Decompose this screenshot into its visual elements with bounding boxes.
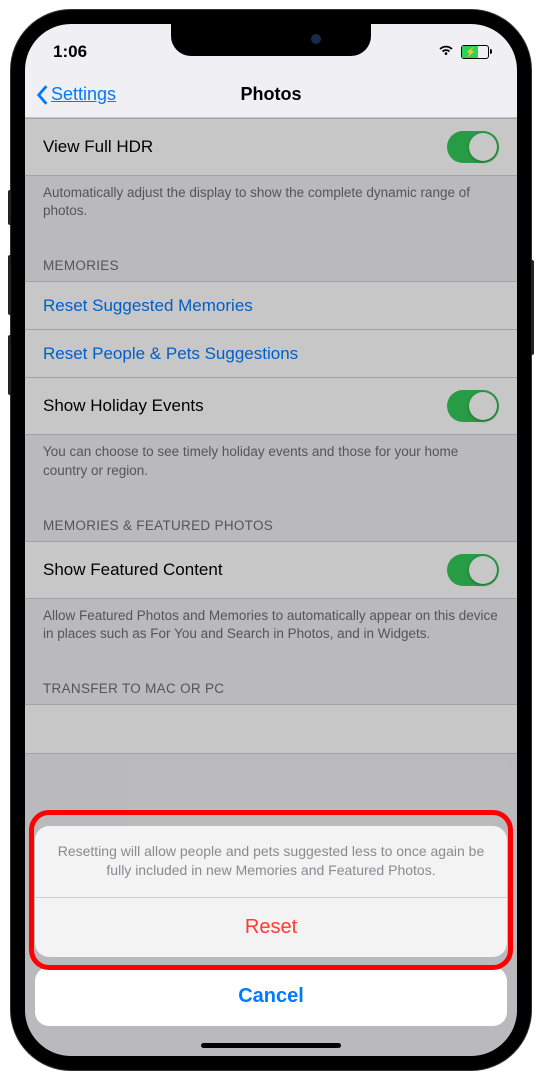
volume-buttons xyxy=(8,190,11,415)
reset-suggested-label: Reset Suggested Memories xyxy=(43,296,253,316)
memories-header: MEMORIES xyxy=(25,238,517,281)
reset-suggested-memories-button[interactable]: Reset Suggested Memories xyxy=(25,282,517,330)
reset-button[interactable]: Reset xyxy=(35,898,507,957)
view-full-hdr-cell: View Full HDR xyxy=(25,118,517,176)
action-sheet: Resetting will allow people and pets sug… xyxy=(25,816,517,1056)
show-featured-cell: Show Featured Content xyxy=(25,542,517,598)
featured-toggle[interactable] xyxy=(447,554,499,586)
nav-bar: Settings Photos xyxy=(25,72,517,118)
holiday-label: Show Holiday Events xyxy=(43,396,204,416)
memories-group: Reset Suggested Memories Reset People & … xyxy=(25,281,517,435)
featured-footer: Allow Featured Photos and Memories to au… xyxy=(25,599,517,661)
back-button[interactable]: Settings xyxy=(35,84,116,106)
battery-icon: ⚡ xyxy=(461,45,489,59)
status-time: 1:06 xyxy=(53,42,87,62)
featured-group: Show Featured Content xyxy=(25,541,517,599)
back-label: Settings xyxy=(51,84,116,105)
hdr-toggle[interactable] xyxy=(447,131,499,163)
home-indicator[interactable] xyxy=(201,1043,341,1048)
transfer-group xyxy=(25,704,517,754)
hdr-footer: Automatically adjust the display to show… xyxy=(25,176,517,238)
notch xyxy=(171,24,371,56)
reset-people-pets-button[interactable]: Reset People & Pets Suggestions xyxy=(25,330,517,378)
featured-label: Show Featured Content xyxy=(43,560,223,580)
wifi-icon xyxy=(437,42,455,62)
holiday-toggle[interactable] xyxy=(447,390,499,422)
featured-header: MEMORIES & FEATURED PHOTOS xyxy=(25,498,517,541)
reset-people-label: Reset People & Pets Suggestions xyxy=(43,344,298,364)
memories-footer: You can choose to see timely holiday eve… xyxy=(25,435,517,497)
power-button xyxy=(531,260,534,355)
phone-frame: 1:06 ⚡ Settings Photos View Full HDR xyxy=(11,10,531,1070)
hdr-label: View Full HDR xyxy=(43,137,153,157)
page-title: Photos xyxy=(241,84,302,105)
show-holiday-cell: Show Holiday Events xyxy=(25,378,517,434)
cancel-button[interactable]: Cancel xyxy=(35,967,507,1026)
transfer-header: TRANSFER TO MAC OR PC xyxy=(25,661,517,704)
action-sheet-description: Resetting will allow people and pets sug… xyxy=(35,826,507,898)
action-sheet-group: Resetting will allow people and pets sug… xyxy=(35,826,507,957)
